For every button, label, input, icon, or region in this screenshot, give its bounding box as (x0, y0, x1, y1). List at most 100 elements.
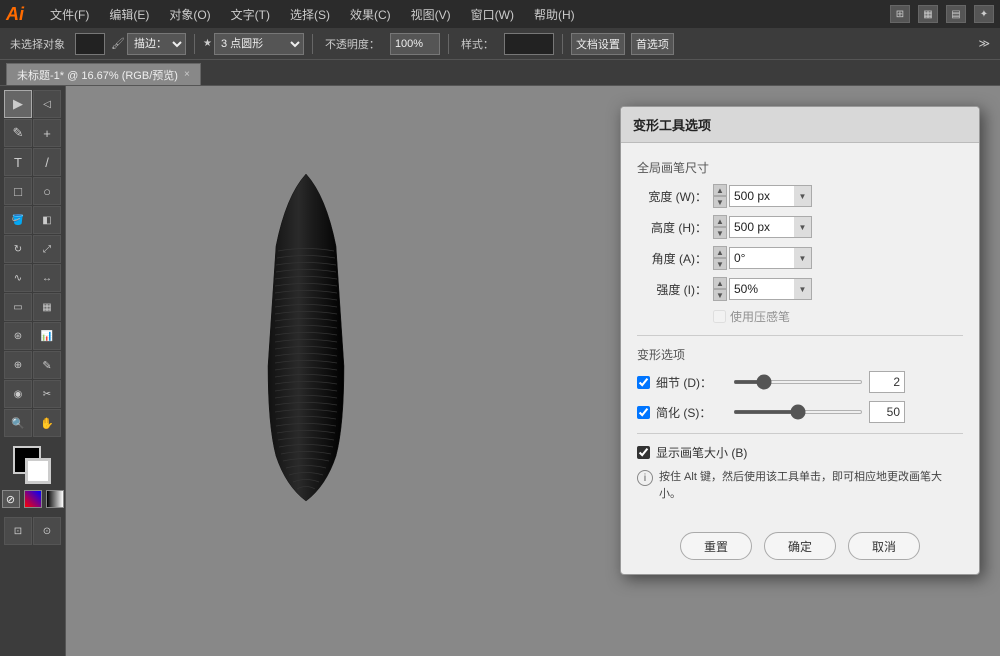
layout-icon[interactable]: ▤ (946, 5, 966, 23)
opacity-label: 不透明度： (321, 34, 384, 54)
line-tool[interactable]: / (33, 148, 61, 176)
gradient-tool[interactable]: ◧ (33, 206, 61, 234)
eraser-tool[interactable]: ◉ (4, 380, 32, 408)
more-icon[interactable]: ≫ (974, 35, 994, 52)
pressure-row: 使用压感笔 (713, 308, 963, 325)
stroke-color-swatch[interactable] (25, 458, 51, 484)
strength-unit-arrow[interactable]: ▼ (794, 278, 812, 300)
height-down[interactable]: ▼ (713, 227, 727, 239)
height-spinner[interactable]: ▲ ▼ (713, 215, 727, 239)
hand-tool[interactable]: ✋ (33, 409, 61, 437)
height-input[interactable] (729, 216, 794, 238)
divider1 (637, 335, 963, 336)
tool-row-11: ◉ ✂ (4, 380, 61, 408)
pen-tool[interactable]: ✎ (4, 119, 32, 147)
detail-value: 2 (893, 375, 900, 389)
dialog-title: 变形工具选项 (621, 107, 979, 143)
reset-button[interactable]: 重置 (680, 532, 752, 560)
width-up[interactable]: ▲ (713, 184, 727, 196)
width-input[interactable] (729, 185, 794, 207)
menu-type[interactable]: 文字(T) (227, 4, 274, 25)
paint-bucket-tool[interactable]: 🪣 (4, 206, 32, 234)
area-graph-tool[interactable]: ▦ (33, 293, 61, 321)
width-down[interactable]: ▼ (713, 196, 727, 208)
artboard-tool[interactable]: ⊡ (4, 517, 32, 545)
add-anchor-tool[interactable]: + (33, 119, 61, 147)
panel-icon[interactable]: ▦ (918, 5, 938, 23)
cancel-button[interactable]: 取消 (848, 532, 920, 560)
sep1 (194, 34, 195, 54)
brush-tool[interactable]: ✎ (33, 351, 61, 379)
main-area: ▶ ◁ ✎ + T / □ ○ 🪣 ◧ ↻ ⤢ ∿ ↔ ▭ ▦ (0, 86, 1000, 656)
divider2 (637, 433, 963, 434)
bar-graph-tool[interactable]: 📊 (33, 322, 61, 350)
angle-unit-arrow[interactable]: ▼ (794, 247, 812, 269)
strength-up[interactable]: ▲ (713, 277, 727, 289)
height-row: 高度 (H)： ▲ ▼ ▼ (637, 215, 963, 239)
menu-window[interactable]: 窗口(W) (467, 4, 518, 25)
width-label: 宽度 (W)： (637, 188, 707, 205)
detail-slider[interactable] (733, 380, 863, 384)
width-spinner[interactable]: ▲ ▼ (713, 184, 727, 208)
angle-up[interactable]: ▲ (713, 246, 727, 258)
menu-object[interactable]: 对象(O) (165, 4, 214, 25)
height-unit-arrow[interactable]: ▼ (794, 216, 812, 238)
rect-tool[interactable]: □ (4, 177, 32, 205)
menu-edit[interactable]: 编辑(E) (105, 4, 153, 25)
type-tool[interactable]: T (4, 148, 32, 176)
fill-color-box[interactable] (75, 33, 105, 55)
column-graph-tool[interactable]: ▭ (4, 293, 32, 321)
strength-input[interactable] (729, 278, 794, 300)
sep2 (312, 34, 313, 54)
ellipse-tool[interactable]: ○ (33, 177, 61, 205)
extra-tool[interactable]: ⊙ (33, 517, 61, 545)
symbol-sprayer-tool[interactable]: ⊛ (4, 322, 32, 350)
strength-down[interactable]: ▼ (713, 289, 727, 301)
toolbar: 未选择对象 🖌 描边： ★ 3 点圆形 不透明度： 样式： 文档设置 首选项 ≫ (0, 28, 1000, 60)
doc-settings-button[interactable]: 文档设置 (571, 33, 625, 55)
angle-input-wrap: ▲ ▼ ▼ (713, 246, 812, 270)
menu-help[interactable]: 帮助(H) (530, 4, 579, 25)
menu-file[interactable]: 文件(F) (46, 4, 93, 25)
zoom-tool[interactable]: 🔍 (4, 409, 32, 437)
none-icon[interactable]: ⊘ (2, 490, 20, 508)
sep3 (448, 34, 449, 54)
warp-tool[interactable]: ∿ (4, 264, 32, 292)
scissors-tool[interactable]: ✂ (33, 380, 61, 408)
preferences-button[interactable]: 首选项 (631, 33, 674, 55)
brush-type-select[interactable]: 描边： (127, 33, 186, 55)
style-box[interactable] (504, 33, 554, 55)
opacity-input[interactable] (390, 33, 440, 55)
width-tool[interactable]: ↔ (33, 264, 61, 292)
select-tool[interactable]: ▶ (4, 90, 32, 118)
direct-select-tool[interactable]: ◁ (33, 90, 61, 118)
tab-close-button[interactable]: × (184, 69, 190, 80)
ok-button[interactable]: 确定 (764, 532, 836, 560)
brush-icon: 🖌 (111, 37, 125, 50)
width-unit-arrow[interactable]: ▼ (794, 185, 812, 207)
gradient-swatch-icon[interactable] (46, 490, 64, 508)
simplify-slider[interactable] (733, 410, 863, 414)
blend-tool[interactable]: ⊕ (4, 351, 32, 379)
star-select[interactable]: 3 点圆形 (214, 33, 304, 55)
magic-icon[interactable]: ✦ (974, 5, 994, 23)
menu-select[interactable]: 选择(S) (286, 4, 334, 25)
arrange-icon[interactable]: ⊞ (890, 5, 910, 23)
show-brush-checkbox[interactable] (637, 446, 650, 459)
document-tab[interactable]: 未标题-1* @ 16.67% (RGB/预览) × (6, 63, 201, 85)
detail-value-display: 2 (869, 371, 905, 393)
simplify-checkbox[interactable] (637, 406, 650, 419)
width-input-wrap: ▲ ▼ ▼ (713, 184, 812, 208)
menu-effect[interactable]: 效果(C) (346, 4, 395, 25)
color-icon[interactable] (24, 490, 42, 508)
scale-tool[interactable]: ⤢ (33, 235, 61, 263)
angle-down[interactable]: ▼ (713, 258, 727, 270)
height-up[interactable]: ▲ (713, 215, 727, 227)
detail-checkbox[interactable] (637, 376, 650, 389)
rotate-tool[interactable]: ↻ (4, 235, 32, 263)
tool-row-6: ↻ ⤢ (4, 235, 61, 263)
menu-view[interactable]: 视图(V) (407, 4, 455, 25)
angle-input[interactable] (729, 247, 794, 269)
strength-spinner[interactable]: ▲ ▼ (713, 277, 727, 301)
angle-spinner[interactable]: ▲ ▼ (713, 246, 727, 270)
